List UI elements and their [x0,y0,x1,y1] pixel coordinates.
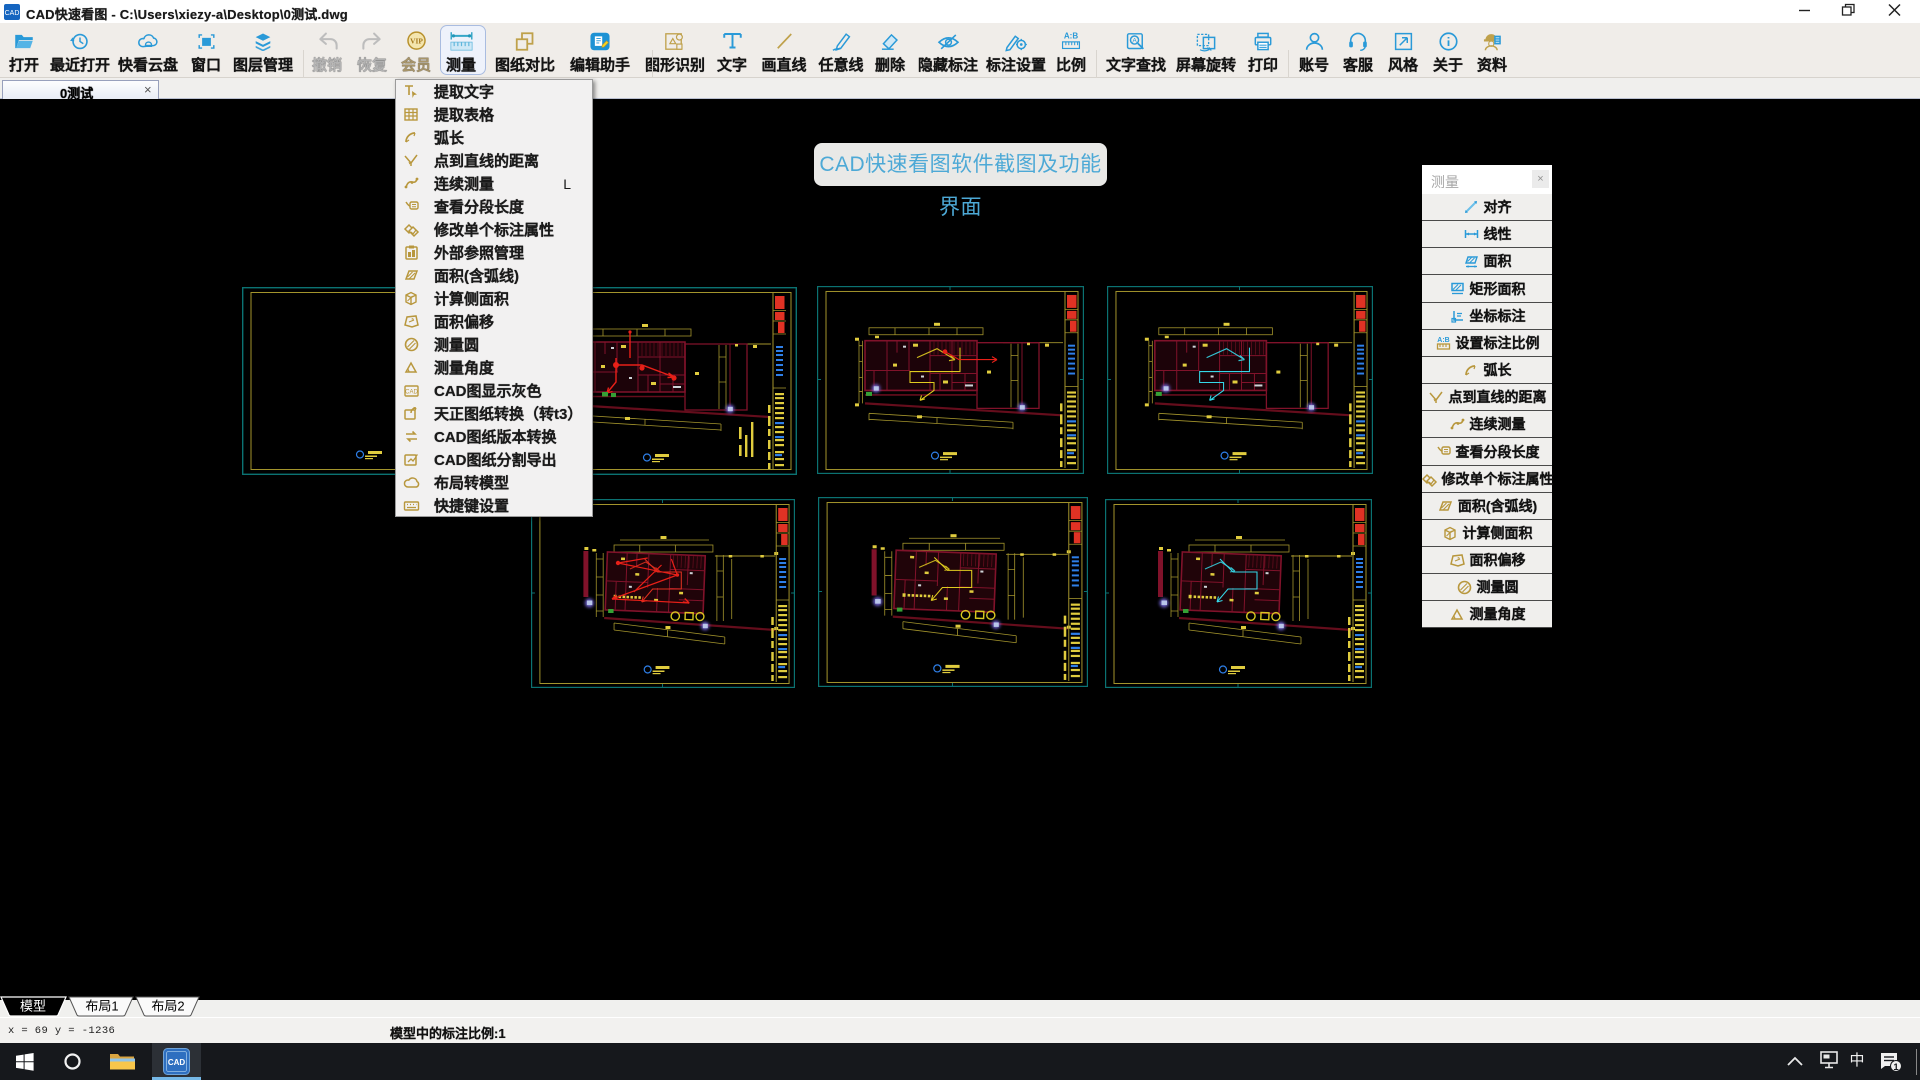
svg-text:CAD: CAD [5,10,20,17]
svg-text:A: A [1132,37,1137,44]
svg-text:模型: 模型 [20,999,46,1014]
svg-text:CAD: CAD [405,390,418,396]
svg-text:VIP: VIP [410,37,423,46]
svg-text:A:B: A:B [1437,337,1449,344]
svg-text:布局1: 布局1 [85,999,118,1014]
svg-text:1: 1 [1893,1062,1899,1073]
svg-text:CAD: CAD [168,1058,186,1067]
svg-text:布局2: 布局2 [151,999,184,1014]
svg-text:A:B: A:B [1064,31,1078,40]
